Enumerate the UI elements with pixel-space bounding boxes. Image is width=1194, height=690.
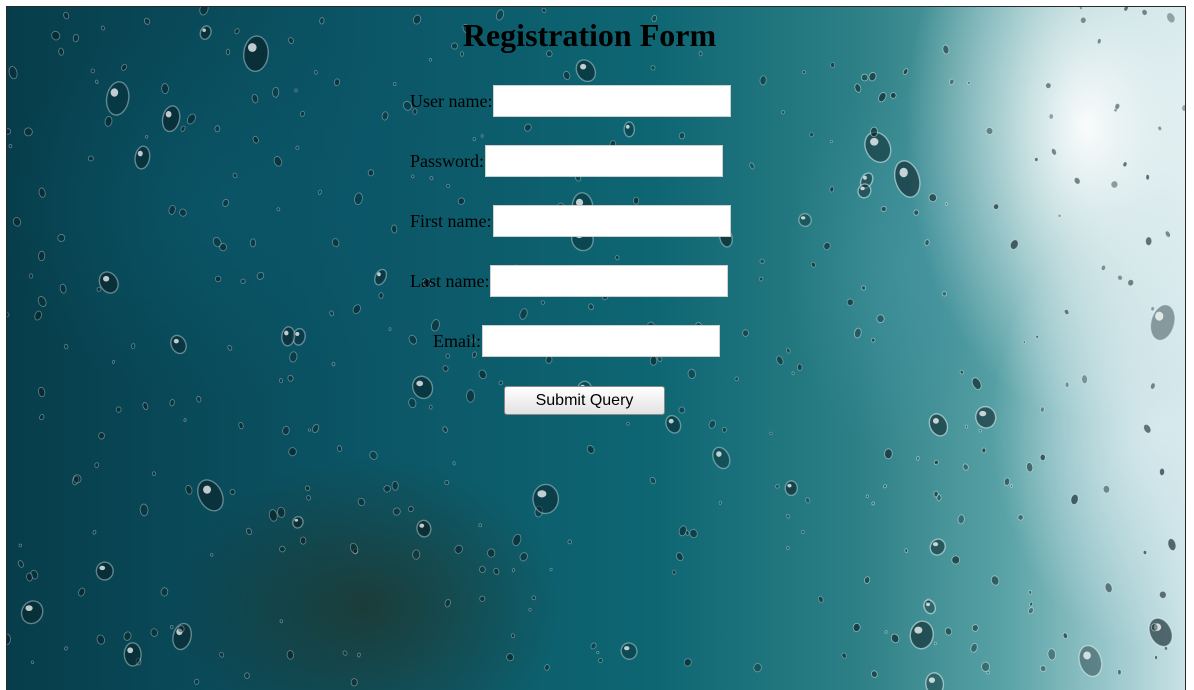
email-input[interactable] — [482, 325, 720, 357]
username-label: User name: — [410, 90, 493, 111]
first-name-input[interactable] — [492, 205, 731, 237]
first-name-label: First name: — [410, 210, 492, 231]
last-name-label: Last name: — [410, 270, 490, 291]
last-name-input[interactable] — [490, 265, 729, 297]
last-name-row: Last name: — [410, 265, 729, 297]
page-background: Registration Form User name: Password: F… — [6, 6, 1186, 690]
form-title: Registration Form — [462, 17, 717, 53]
email-row: Email: — [433, 325, 720, 357]
username-row: User name: — [410, 85, 732, 117]
username-input[interactable] — [493, 85, 732, 117]
password-row: Password: — [410, 145, 724, 177]
email-label: Email: — [433, 330, 481, 351]
first-name-row: First name: — [410, 205, 731, 237]
password-label: Password: — [410, 150, 485, 171]
password-input[interactable] — [485, 145, 724, 177]
registration-form: Registration Form User name: Password: F… — [7, 7, 1185, 690]
submit-button[interactable]: Submit Query — [504, 386, 665, 415]
